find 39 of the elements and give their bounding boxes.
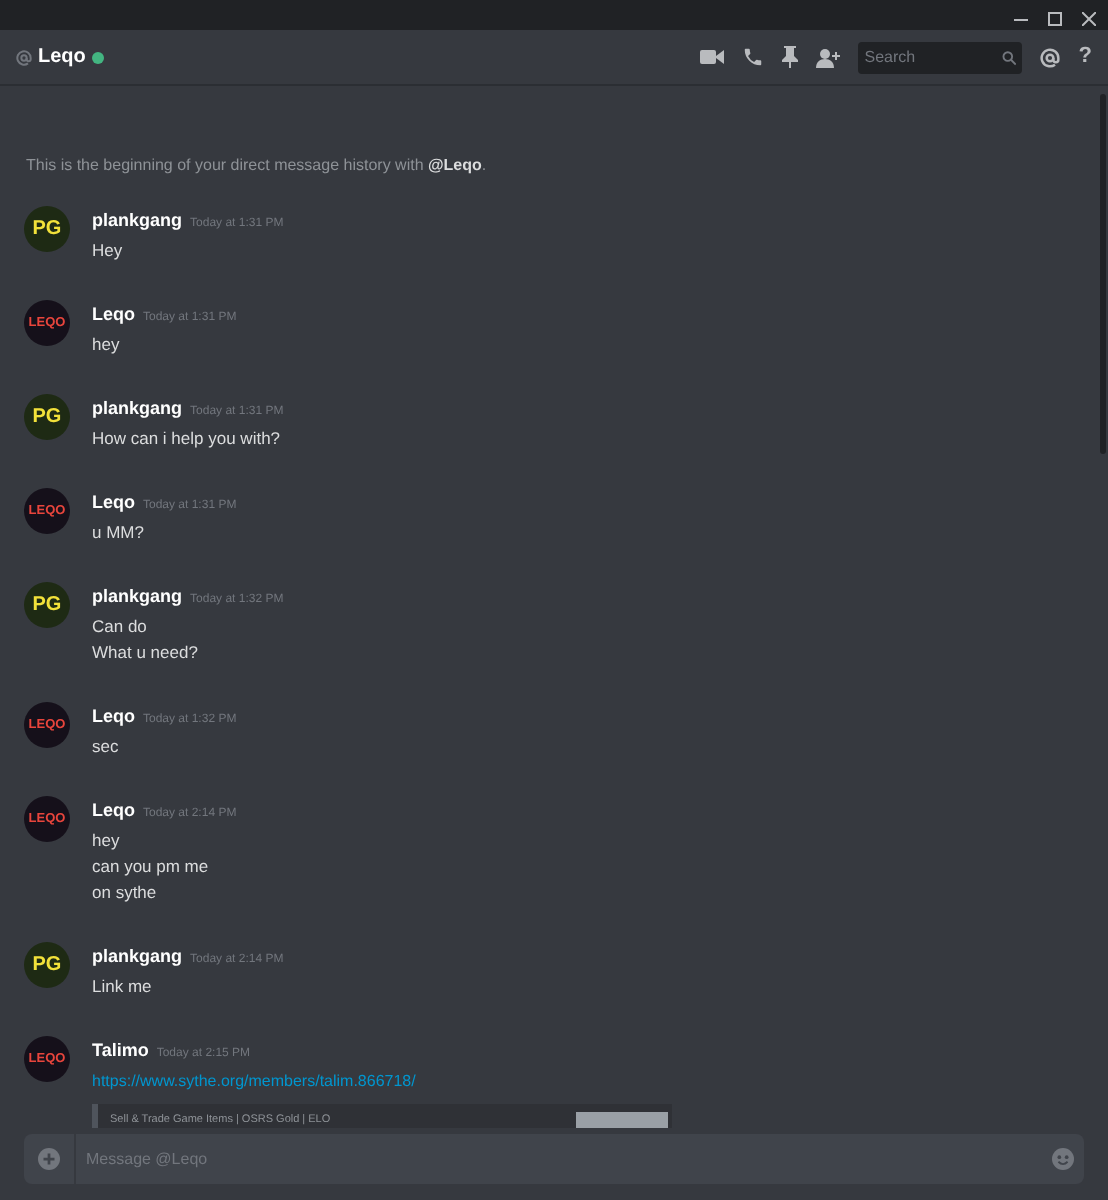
close-icon[interactable]: [1082, 11, 1096, 25]
add-user-icon[interactable]: [816, 47, 841, 67]
at-sign-icon: [16, 49, 32, 65]
author-name[interactable]: plankgang: [92, 582, 183, 610]
author-name[interactable]: plankgang: [92, 394, 183, 422]
message-text: Link me: [92, 974, 154, 1000]
search-box[interactable]: Search: [858, 41, 1023, 73]
avatar[interactable]: PG: [24, 942, 70, 988]
message-text: hey: [92, 332, 122, 358]
message-text: How can i help you with?: [92, 426, 283, 452]
author-name[interactable]: Talimo: [92, 1036, 149, 1064]
message-text: Hey: [92, 238, 125, 264]
mention-icon[interactable]: [1040, 47, 1061, 67]
avatar[interactable]: PG: [24, 582, 70, 628]
message-text: hey: [92, 828, 122, 854]
maximize-icon[interactable]: [1048, 11, 1062, 25]
author-name[interactable]: Leqo: [92, 488, 135, 516]
message-text: u MM?: [92, 520, 146, 546]
phone-icon[interactable]: [742, 46, 765, 68]
message-text: on sythe: [92, 880, 159, 906]
avatar[interactable]: PG: [24, 206, 70, 252]
search-icon: [1002, 49, 1017, 65]
help-icon[interactable]: ?: [1078, 46, 1092, 68]
video-camera-icon[interactable]: [700, 48, 725, 66]
author-name[interactable]: Leqo: [92, 702, 135, 730]
message-text: sec: [92, 734, 121, 760]
pin-icon[interactable]: [782, 46, 799, 68]
channel-name: Leqo: [38, 44, 86, 72]
message-text: What u need?: [92, 640, 200, 666]
avatar[interactable]: PG: [24, 394, 70, 440]
history-intro-text: This is the beginning of your direct message history with @Leqo.: [24, 154, 489, 178]
author-name[interactable]: plankgang: [92, 206, 183, 234]
search-input[interactable]: Search: [864, 45, 1003, 69]
message-text: can you pm me: [92, 854, 211, 880]
author-name[interactable]: Leqo: [92, 300, 135, 328]
thumbnail-placeholder: [576, 1112, 668, 1128]
message-text: Can do: [92, 614, 149, 640]
author-name[interactable]: Leqo: [92, 796, 135, 824]
author-name[interactable]: plankgang: [92, 942, 183, 970]
